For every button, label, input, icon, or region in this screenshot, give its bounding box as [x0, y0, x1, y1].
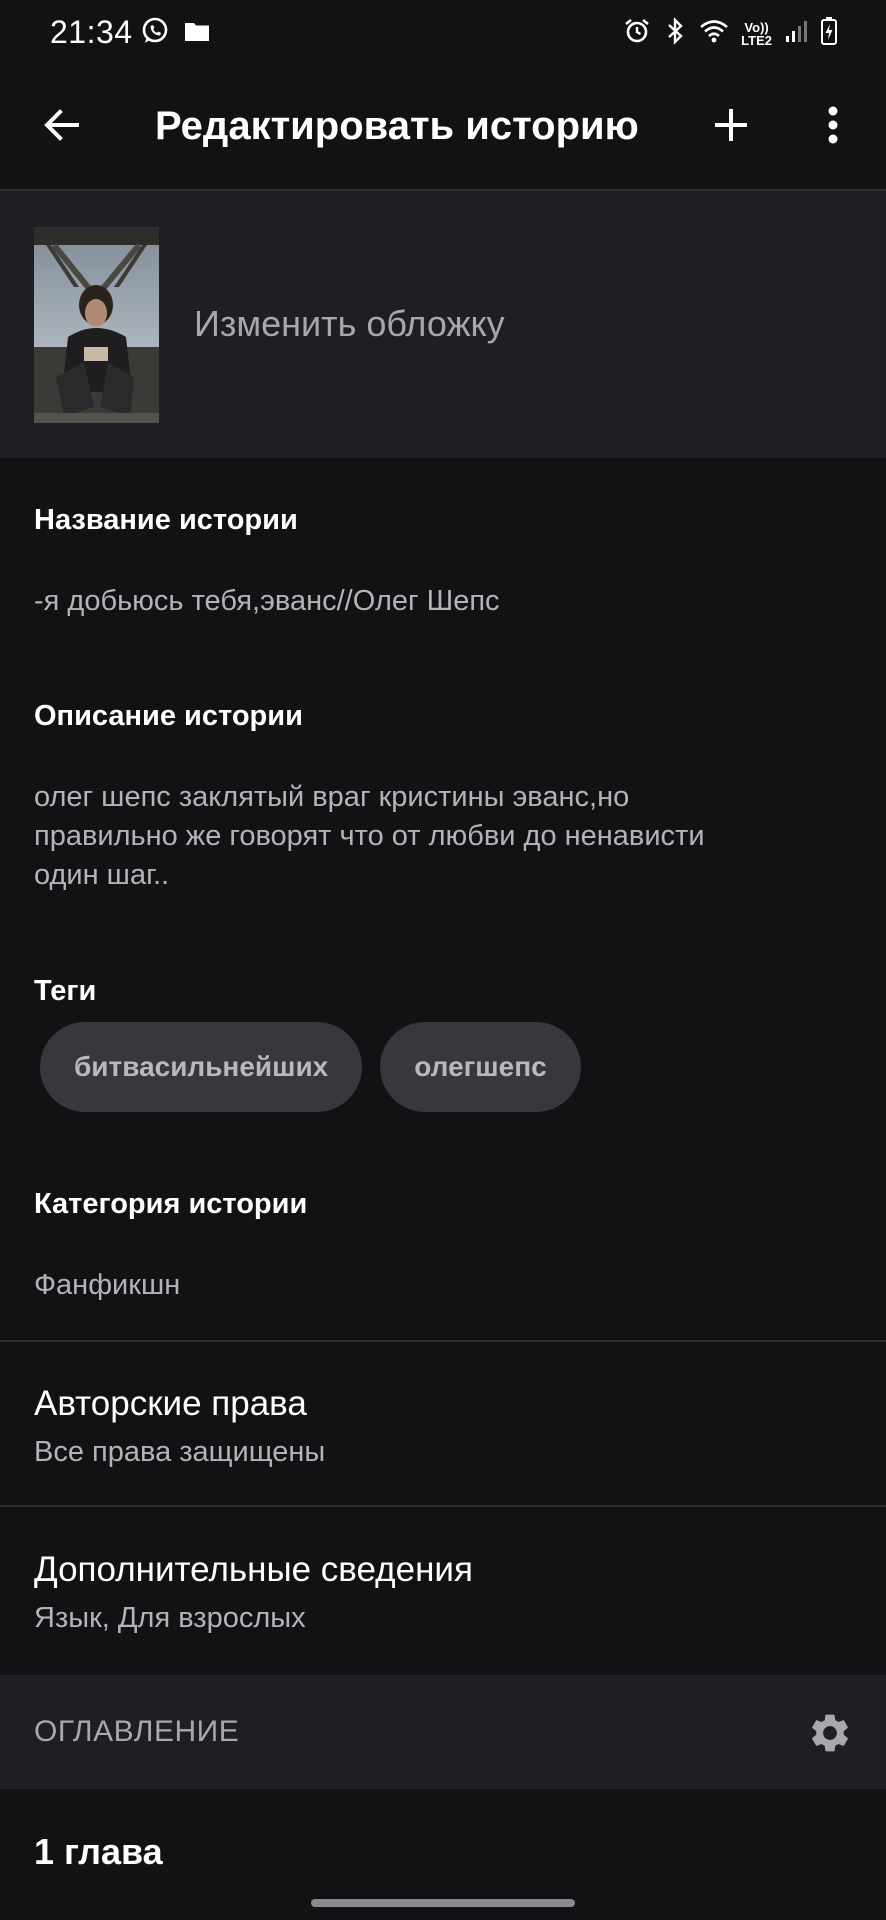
edit-story-screen: 21:34 Vo)) LTE2 Редактировать историю Из…	[0, 0, 886, 1920]
network-bottom-label: LTE2	[741, 32, 772, 48]
divider	[0, 1340, 886, 1342]
arrow-left-icon	[41, 105, 81, 150]
additional-info-value: Язык, Для взрослых	[34, 1602, 306, 1634]
app-bar: Редактировать историю	[0, 66, 886, 189]
change-cover-label: Изменить обложку	[194, 303, 505, 344]
toc-settings-button[interactable]	[800, 1705, 860, 1765]
tag-chip[interactable]: битвасильнейших	[40, 1022, 363, 1112]
bluetooth-icon	[663, 17, 687, 50]
table-of-contents-header: ОГЛАВЛЕНИЕ	[0, 1675, 886, 1789]
tags-label: Теги	[34, 975, 97, 1007]
signal-icon	[784, 17, 808, 50]
volte-icon: Vo)) LTE2	[741, 21, 772, 47]
battery-icon	[820, 16, 838, 51]
whatsapp-icon	[140, 16, 170, 51]
story-title-field[interactable]: -я добьюсь тебя,эванс//Олег Шепс	[34, 582, 500, 621]
divider	[0, 1505, 886, 1507]
table-of-contents-label: ОГЛАВЛЕНИЕ	[34, 1715, 240, 1748]
cover-image	[34, 227, 159, 423]
description-line: олег шепс заклятый враг кристины эванс,н…	[34, 781, 630, 813]
category-label: Категория истории	[34, 1188, 308, 1220]
description-line: один шаг..	[34, 859, 170, 891]
add-button[interactable]	[698, 94, 764, 160]
home-indicator[interactable]	[311, 1899, 575, 1907]
page-title: Редактировать историю	[155, 104, 639, 148]
tags-list: битвасильнейших олегшепс	[40, 1022, 581, 1112]
wifi-icon	[699, 17, 729, 50]
description-line: правильно же говорят что от любви до нен…	[34, 820, 705, 852]
category-field[interactable]: Фанфикшн	[34, 1266, 180, 1305]
status-bar: 21:34 Vo)) LTE2	[0, 0, 886, 66]
status-time: 21:34	[50, 14, 133, 50]
gear-icon	[807, 1710, 853, 1761]
plus-icon	[713, 107, 749, 148]
more-options-button[interactable]	[800, 94, 866, 160]
folder-icon	[182, 16, 212, 51]
additional-info-title: Дополнительные сведения	[34, 1550, 473, 1589]
more-vertical-icon	[826, 105, 840, 150]
change-cover-row[interactable]: Изменить обложку	[0, 191, 886, 458]
story-description-field[interactable]: олег шепс заклятый враг кристины эванс,н…	[34, 778, 705, 895]
back-button[interactable]	[28, 94, 94, 160]
copyright-value: Все права защищены	[34, 1436, 326, 1468]
story-title-label: Название истории	[34, 504, 298, 536]
status-left-icons	[140, 16, 212, 51]
story-description-label: Описание истории	[34, 700, 303, 732]
tag-chip[interactable]: олегшепс	[380, 1022, 581, 1112]
copyright-title: Авторские права	[34, 1384, 307, 1423]
status-right-icons: Vo)) LTE2	[623, 16, 838, 51]
alarm-icon	[623, 17, 651, 50]
chapter-item[interactable]: 1 глава	[34, 1831, 163, 1873]
